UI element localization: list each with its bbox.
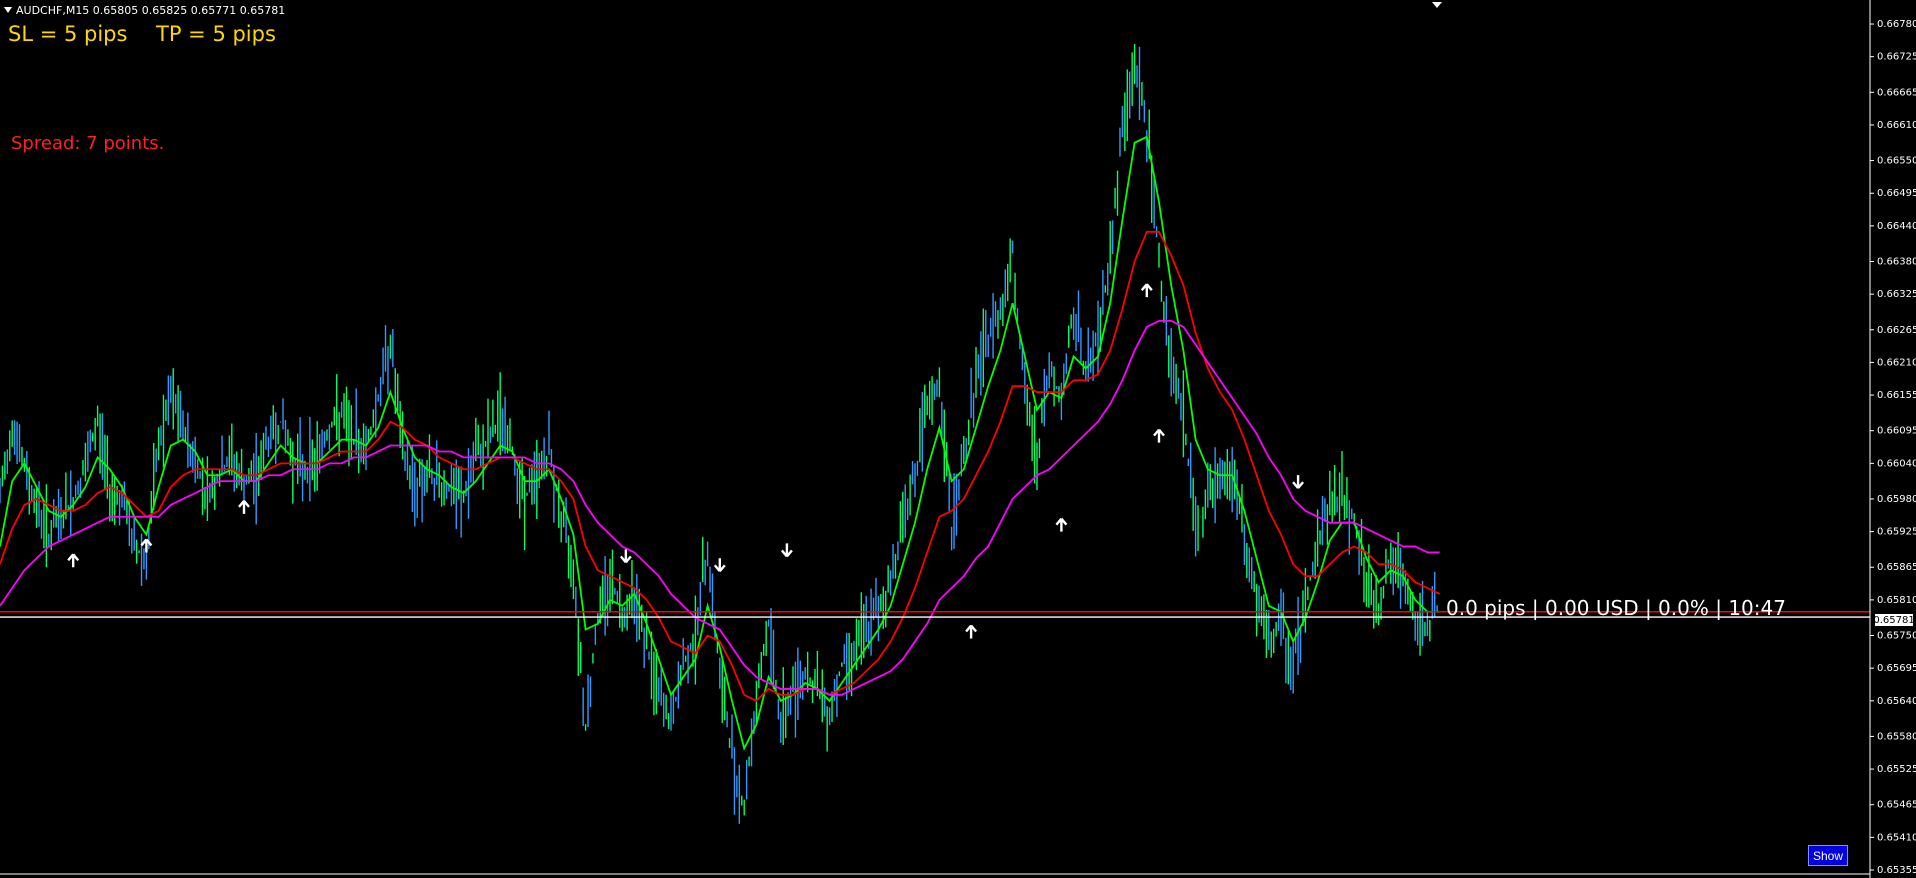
- show-button[interactable]: Show: [1808, 845, 1848, 866]
- price-tick-label: 0.66325: [1877, 289, 1916, 300]
- arrow-shape: [1292, 475, 1305, 489]
- arrow-shape: [67, 553, 80, 568]
- symbol-info: AUDCHF,M15 0.65805 0.65825 0.65771 0.657…: [4, 4, 285, 17]
- price-tick-label: 0.66265: [1877, 325, 1916, 336]
- price-tick-label: 0.66095: [1877, 426, 1916, 437]
- current-price-tag: 0.65781: [1873, 614, 1915, 626]
- price-tick-label: 0.65750: [1877, 631, 1916, 642]
- price-tick-label: 0.65695: [1877, 663, 1916, 674]
- price-tick-label: 0.65355: [1877, 865, 1916, 876]
- arrow-shape: [780, 543, 793, 558]
- buy-arrow-icon: [67, 553, 80, 568]
- price-tick-label: 0.66380: [1877, 256, 1916, 267]
- ma_slow-line: [0, 319, 1440, 696]
- spread-label: Spread: 7 points.: [11, 133, 165, 154]
- buy-arrow-icon: [1153, 428, 1165, 443]
- arrow-shape: [713, 558, 726, 573]
- price-tick-label: 0.65410: [1877, 832, 1916, 843]
- arrow-shape: [1055, 517, 1068, 532]
- arrow-shape: [965, 624, 978, 639]
- arrow-shape: [1153, 428, 1165, 443]
- price-tick-label: 0.66610: [1877, 120, 1916, 131]
- arrow-shape: [238, 500, 250, 514]
- sell-arrow-icon: [619, 549, 632, 564]
- price-tick-label: 0.66210: [1877, 357, 1916, 368]
- sell-arrow-icon: [780, 543, 793, 558]
- chart-window[interactable]: 0.66780 0.66725 0.66665 0.66610 0.66550 0.664…: [0, 0, 1916, 878]
- candles-layer: [0, 44, 1438, 824]
- ma_fast-line: [0, 135, 1440, 751]
- buy-arrow-icon: [140, 538, 153, 553]
- price-tick-label: 0.66040: [1877, 458, 1916, 469]
- tp-label: TP = 5 pips: [156, 22, 276, 46]
- buy-arrow-icon: [238, 500, 250, 514]
- sell-arrow-icon: [713, 558, 726, 573]
- sell-arrow-icon: [1292, 475, 1305, 489]
- sl-label: SL = 5 pips: [8, 22, 128, 46]
- shift-marker-icon[interactable]: [1432, 2, 1442, 8]
- price-tick-label: 0.66725: [1877, 52, 1916, 63]
- arrow-shape: [1140, 283, 1153, 298]
- price-tick-label: 0.65865: [1877, 562, 1916, 573]
- price-tick-label: 0.65810: [1877, 595, 1916, 606]
- price-chart[interactable]: 0.66780 0.66725 0.66665 0.66610 0.66550 0.664…: [0, 0, 1916, 878]
- price-tick-label: 0.66665: [1877, 87, 1916, 98]
- price-tick-label: 0.65580: [1877, 731, 1916, 742]
- price-tick-label: 0.65465: [1877, 800, 1916, 811]
- moving-averages-layer: [0, 135, 1440, 751]
- buy-arrow-icon: [965, 624, 978, 639]
- price-tick-label: 0.66495: [1877, 188, 1916, 199]
- chart-menu-triangle-icon[interactable]: [4, 7, 12, 13]
- price-tick-label: 0.65980: [1877, 494, 1916, 505]
- price-tick-label: 0.65640: [1877, 696, 1916, 707]
- price-tick-label: 0.66155: [1877, 390, 1916, 401]
- buy-arrow-icon: [1055, 517, 1068, 532]
- arrow-shape: [619, 549, 632, 564]
- price-tick-label: 0.65525: [1877, 764, 1916, 775]
- arrow-shape: [140, 538, 153, 553]
- symbol-text: AUDCHF,M15 0.65805 0.65825 0.65771 0.657…: [16, 4, 286, 17]
- price-tick-label: 0.65925: [1877, 527, 1916, 538]
- pnl-info: 0.0 pips | 0.00 USD | 0.0% | 10:47: [1446, 596, 1786, 620]
- price-tick-label: 0.66780: [1877, 19, 1916, 30]
- price-tick-label: 0.66440: [1877, 221, 1916, 232]
- price-tick-label: 0.66550: [1877, 156, 1916, 167]
- buy-arrow-icon: [1140, 283, 1153, 298]
